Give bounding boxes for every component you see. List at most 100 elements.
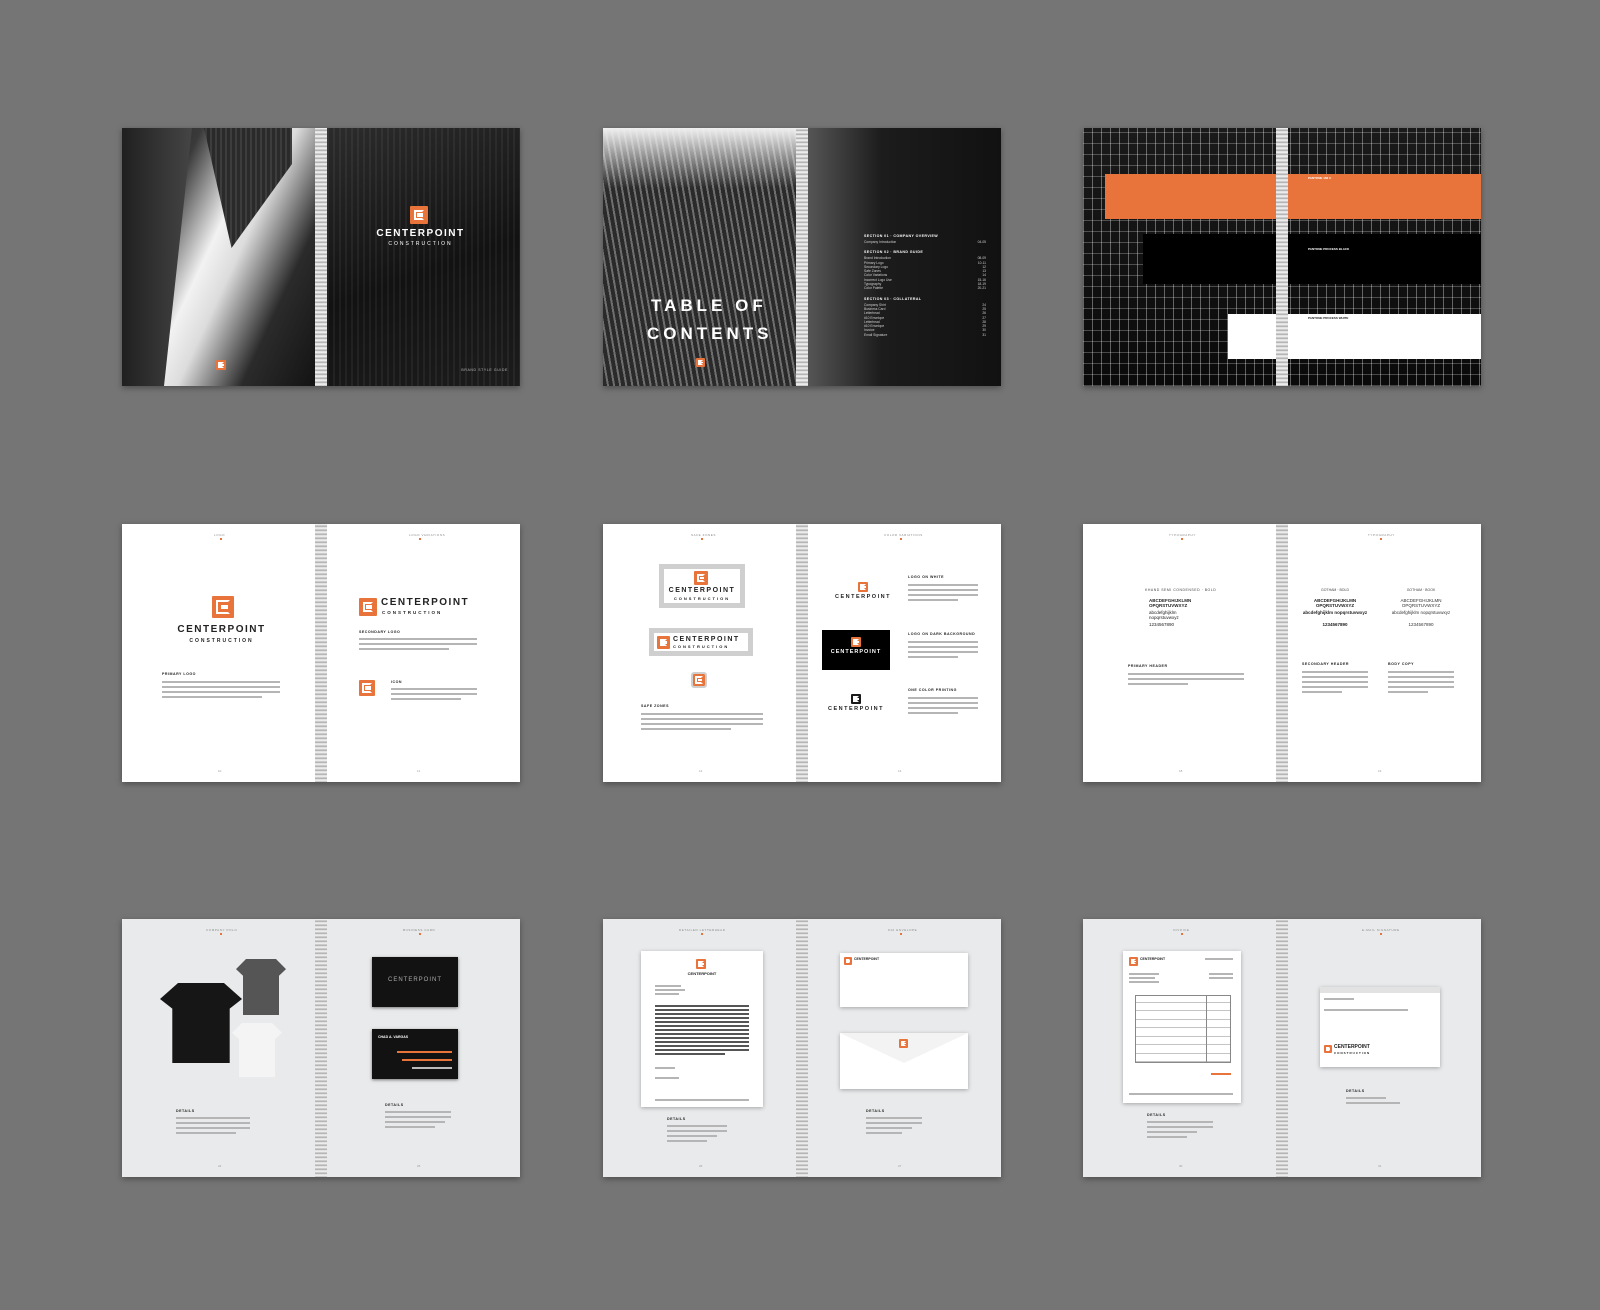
text-line [1346, 1097, 1386, 1099]
toc-item[interactable]: Color Palette 20-21 [864, 286, 986, 290]
body-copy-title: BODY COPY [1388, 662, 1415, 666]
alphabet-upper: ABCDEFGHIJKLMN OPQRSTUVWXYZ [1400, 598, 1442, 608]
toc-list: SECTION 01 · COMPANY OVERVIEW Company Int… [864, 234, 986, 337]
spread-safe-zones[interactable]: SAFE ZONES CENTERPOINT CONSTRUCTION CENT… [603, 524, 1001, 782]
text-line [667, 1135, 717, 1137]
text-line [908, 584, 978, 586]
text-line [1129, 981, 1159, 983]
text-line [667, 1125, 727, 1127]
spiral-binding [796, 919, 808, 1177]
page-header: LOGO [214, 533, 226, 537]
letterhead-sheet: CENTERPOINT [641, 951, 763, 1107]
text-line [655, 1045, 749, 1047]
text-line [1128, 678, 1244, 680]
text-line [655, 1053, 725, 1055]
invoice-details-title: DETAILS [1147, 1113, 1166, 1117]
invoice-right-page: E-MAIL SIGNATURE CENTERPOINT CONSTRUCTIO… [1282, 919, 1481, 1177]
alphabet-lower: abcdefghijklm nopqrstuvwxyz [1391, 610, 1451, 615]
text-line [391, 698, 461, 700]
invoice-left-page: INVOICE CENTERPOINT DETAILS 30 [1083, 919, 1282, 1177]
polo-shirt [236, 959, 286, 1015]
alphabet-upper: ABCDEFGHIJKLMN OPQRSTUVWXYZ [1149, 598, 1192, 608]
spread-color-palette[interactable]: PANTONE 166 C PANTONE PROCESS BLACK PANT… [1083, 128, 1481, 386]
card-name: CHAD A. VARGAS [378, 1035, 409, 1039]
text-line [1388, 671, 1454, 673]
secondary-header-title: SECONDARY HEADER [1302, 662, 1349, 666]
centerpoint-logo-icon [359, 598, 377, 616]
page-header: LOGO VARIATIONS [409, 533, 446, 537]
page-header: TYPOGRAPHY [1169, 533, 1196, 537]
page-header: TYPOGRAPHY [1368, 533, 1395, 537]
alphabet-lower: abcdefghijklm nopqrstuvwxyz [1149, 610, 1179, 620]
centerpoint-logo-icon [696, 959, 706, 969]
building-shape [204, 128, 292, 248]
text-line [391, 693, 477, 695]
centerpoint-logo-icon [216, 360, 226, 370]
email-window: CENTERPOINT CONSTRUCTION [1320, 987, 1440, 1067]
text-line [655, 1049, 749, 1051]
centerpoint-logo-icon [899, 1039, 908, 1048]
centerpoint-logo-icon [858, 582, 868, 592]
alphabet-lower: abcdefghijklm nopqrstuvwxyz [1302, 610, 1368, 615]
logo-left-page: LOGO CENTERPOINT CONSTRUCTION PRIMARY LO… [122, 524, 321, 782]
text-line [1147, 1126, 1213, 1128]
page-number: 24 [218, 1164, 222, 1168]
invoice-table-col [1206, 996, 1207, 1062]
page-number: 30 [1179, 1164, 1183, 1168]
text-line [866, 1127, 912, 1129]
text-line [655, 1077, 679, 1079]
safe-logo-sub: CONSTRUCTION [673, 596, 731, 601]
safe-zone-box: CENTERPOINT CONSTRUCTION [659, 564, 745, 608]
page-marker [220, 933, 222, 935]
spread-letterhead[interactable]: DETAILED LETTERHEAD CENTERPOINT DETAILS … [603, 919, 1001, 1177]
spiral-binding [796, 524, 808, 782]
card-orange-line [397, 1051, 452, 1053]
spread-apparel[interactable]: COMPANY POLO DETAILS 24 BUSINESS CARD CE… [122, 919, 520, 1177]
dark-logo-box: CENTERPOINT [822, 630, 890, 670]
centerpoint-logo-icon [1324, 1045, 1332, 1053]
centerpoint-logo-icon [691, 672, 707, 688]
envelope-front: CENTERPOINT [840, 953, 968, 1007]
toc-title-line1: TABLE OF [651, 296, 767, 315]
white-logo-wordmark: CENTERPOINT [835, 594, 891, 600]
text-line [1302, 681, 1368, 683]
toc-item[interactable]: Email Signature 31 [864, 333, 986, 337]
page-marker [701, 933, 703, 935]
page-marker [900, 933, 902, 935]
spread-logo[interactable]: LOGO CENTERPOINT CONSTRUCTION PRIMARY LO… [122, 524, 520, 782]
text-line [667, 1140, 707, 1142]
card-details-title: DETAILS [385, 1103, 404, 1107]
spread-table-of-contents[interactable]: TABLE OF CONTENTS SECTION 01 · COMPANY O… [603, 128, 1001, 386]
toc-item[interactable]: Company Introduction 04-05 [864, 240, 986, 244]
centerpoint-logo-icon [696, 358, 705, 367]
toc-title-line2: CONTENTS [647, 324, 773, 343]
page-number: 11 [417, 769, 421, 773]
centerpoint-logo-icon [410, 206, 428, 224]
apparel-right-page: BUSINESS CARD CENTERPOINT CHAD A. VARGAS… [321, 919, 520, 1177]
cover-right-page: CENTERPOINT CONSTRUCTION BRAND STYLE GUI… [321, 128, 520, 386]
text-line [1129, 977, 1155, 979]
page-number: 12 [699, 769, 703, 773]
type-left-page: TYPOGRAPHY KHAND SEMI CONDENSED · BOLD A… [1083, 524, 1282, 782]
text-line [655, 985, 681, 987]
card-orange-line [402, 1059, 452, 1061]
text-line [655, 1013, 749, 1015]
page-header: COMPANY POLO [206, 928, 238, 932]
page-marker [419, 538, 421, 540]
page-marker [701, 538, 703, 540]
primary-logo-title: PRIMARY LOGO [162, 672, 196, 676]
text-line [641, 718, 763, 720]
page-marker [1380, 933, 1382, 935]
text-line [1302, 676, 1368, 678]
spread-invoice[interactable]: INVOICE CENTERPOINT DETAILS 30 E-MAIL SI… [1083, 919, 1481, 1177]
apparel-left-page: COMPANY POLO DETAILS 24 [122, 919, 321, 1177]
spiral-binding [315, 919, 327, 1177]
spread-typography[interactable]: TYPOGRAPHY KHAND SEMI CONDENSED · BOLD A… [1083, 524, 1481, 782]
safe-zones-title: SAFE ZONES [641, 704, 669, 708]
text-line [162, 686, 280, 688]
spread-cover[interactable]: CENTERPOINT CONSTRUCTION BRAND STYLE GUI… [122, 128, 520, 386]
text-line [908, 656, 958, 658]
text-line [866, 1132, 902, 1134]
text-line [176, 1127, 250, 1129]
page-number: 18 [1179, 769, 1183, 773]
